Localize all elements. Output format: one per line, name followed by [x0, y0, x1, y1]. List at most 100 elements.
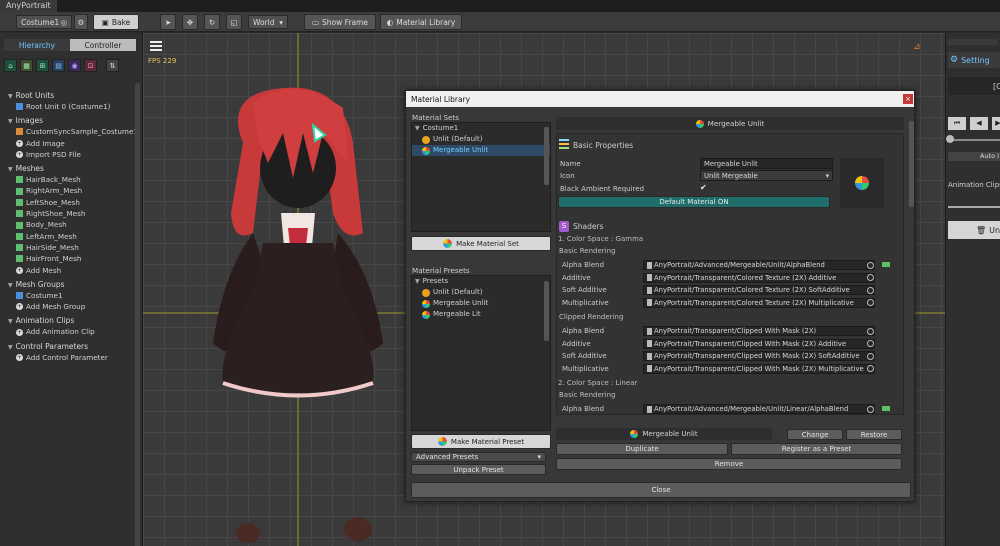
- material-sets-root[interactable]: ▼ Costume1: [412, 123, 550, 134]
- hamburger-menu-icon[interactable]: [150, 41, 162, 51]
- make-material-preset-button[interactable]: Make Material Preset: [411, 434, 551, 449]
- sort-icon[interactable]: ⇅: [106, 59, 119, 72]
- move-tool-button[interactable]: ✥: [182, 14, 198, 30]
- tree-item[interactable]: Body_Mesh: [8, 219, 138, 230]
- material-set-item[interactable]: Unlit (Default): [412, 134, 550, 145]
- unregister-button[interactable]: 🗑 Un: [948, 221, 1000, 239]
- rotate-tool-button[interactable]: ↻: [204, 14, 220, 30]
- object-picker-icon[interactable]: [867, 286, 874, 294]
- timeline-slider[interactable]: [948, 139, 1000, 141]
- bake-button[interactable]: ▣ Bake: [93, 14, 139, 30]
- object-picker-icon[interactable]: [867, 327, 874, 335]
- tree-section-header[interactable]: ▼ Meshes: [8, 163, 138, 174]
- setting-tab[interactable]: ⚙ Setting: [948, 52, 1000, 68]
- hierarchy-scrollbar[interactable]: [135, 83, 140, 546]
- close-button[interactable]: Close: [411, 482, 911, 498]
- shader-path-field[interactable]: AnyPortrait/Transparent/Clipped With Mas…: [643, 363, 875, 374]
- tree-item[interactable]: LeftArm_Mesh: [8, 231, 138, 242]
- material-set-item-selected[interactable]: Mergeable Unlit: [412, 145, 550, 156]
- shader-path-field[interactable]: AnyPortrait/Transparent/Clipped With Mas…: [643, 338, 875, 349]
- tree-section-header[interactable]: ▼ Animation Clips: [8, 315, 138, 326]
- tree-item[interactable]: CustomSyncSample_Costume1_0: [8, 126, 138, 137]
- tab-hierarchy[interactable]: Hierarchy: [4, 39, 70, 51]
- tree-item[interactable]: + Add Image: [8, 138, 138, 149]
- tree-item[interactable]: RightShoe_Mesh: [8, 208, 138, 219]
- object-picker-icon[interactable]: [867, 352, 874, 360]
- presets-root[interactable]: ▼ Presets: [412, 276, 550, 287]
- param-filter-icon[interactable]: ⊡: [84, 59, 97, 72]
- costume-select[interactable]: Costume1 ◎: [16, 15, 72, 29]
- name-field[interactable]: Mergeable Unlit: [700, 158, 833, 169]
- shader-path-field[interactable]: AnyPortrait/Transparent/Colored Texture …: [643, 297, 875, 308]
- animation-filter-icon[interactable]: ◉: [68, 59, 81, 72]
- default-material-button[interactable]: Default Material ON: [558, 196, 830, 208]
- object-picker-icon[interactable]: [867, 261, 874, 269]
- object-picker-icon[interactable]: [867, 365, 874, 372]
- duplicate-button[interactable]: Duplicate: [556, 443, 728, 455]
- tree-item[interactable]: + Import PSD File: [8, 149, 138, 160]
- tree-item[interactable]: + Add Mesh Group: [8, 301, 138, 312]
- material-sets-scrollbar[interactable]: [544, 127, 549, 185]
- tree-section-header[interactable]: ▼ Mesh Groups: [8, 279, 138, 290]
- object-picker-icon[interactable]: [867, 340, 874, 347]
- material-presets-scrollbar[interactable]: [544, 281, 549, 341]
- shader-path-field[interactable]: AnyPortrait/Advanced/Mergeable/Unlit/Alp…: [643, 260, 875, 270]
- select-tool-button[interactable]: ➤: [160, 14, 176, 30]
- shader-path-field[interactable]: AnyPortrait/Transparent/Clipped With Mas…: [643, 326, 875, 336]
- tree-item[interactable]: Costume1: [8, 290, 138, 301]
- app-tab[interactable]: AnyPortrait: [0, 0, 57, 12]
- restore-button[interactable]: Restore: [846, 429, 902, 440]
- properties-scrollbar[interactable]: [909, 121, 914, 207]
- tree-item[interactable]: RightArm_Mesh: [8, 185, 138, 196]
- object-picker-icon[interactable]: [867, 405, 874, 413]
- register-preset-button[interactable]: Register as a Preset: [731, 443, 902, 455]
- shader-path-field[interactable]: AnyPortrait/Transparent/Clipped With Mas…: [643, 351, 875, 361]
- settings-gear-button[interactable]: ⚙: [74, 14, 88, 30]
- tree-item[interactable]: + Add Mesh: [8, 265, 138, 276]
- preset-item[interactable]: Unlit (Default): [412, 287, 550, 298]
- black-ambient-checkbox[interactable]: ✔: [700, 183, 709, 192]
- tree-item[interactable]: HairFront_Mesh: [8, 253, 138, 264]
- show-frame-button[interactable]: ▭ Show Frame: [304, 14, 376, 30]
- icon-select[interactable]: Unlit Mergeable ▾: [700, 170, 833, 181]
- image-filter-icon[interactable]: ▦: [20, 59, 33, 72]
- shader-path-field[interactable]: AnyPortrait/Advanced/Mergeable/Unlit/Lin…: [643, 404, 875, 414]
- prev-frame-button[interactable]: ◀: [970, 117, 988, 130]
- play-button[interactable]: ▶: [992, 117, 1000, 130]
- auto-button[interactable]: Auto I: [948, 152, 1000, 161]
- tab-controller[interactable]: Controller: [70, 39, 136, 51]
- tree-item[interactable]: + Add Animation Clip: [8, 326, 138, 337]
- meshgroup-filter-icon[interactable]: ▤: [52, 59, 65, 72]
- tree-section-header[interactable]: ▼ Images: [8, 115, 138, 126]
- preset-item[interactable]: Mergeable Lit: [412, 309, 550, 320]
- mesh-filter-icon[interactable]: ⊞: [36, 59, 49, 72]
- remove-button[interactable]: Remove: [556, 458, 902, 470]
- change-button[interactable]: Change: [787, 429, 843, 440]
- root-filter-icon[interactable]: ⌂: [4, 59, 17, 72]
- rewind-button[interactable]: ⏮: [948, 117, 966, 130]
- object-picker-icon[interactable]: [867, 299, 874, 306]
- shader-path-field[interactable]: AnyPortrait/Transparent/Colored Texture …: [643, 285, 875, 295]
- timeline-slider-handle[interactable]: [946, 135, 954, 143]
- tree-section-header[interactable]: ▼ Control Parameters: [8, 341, 138, 352]
- right-field[interactable]: [C: [948, 77, 1000, 95]
- gizmo-icon[interactable]: ⊿: [913, 42, 925, 54]
- tree-item[interactable]: HairBack_Mesh: [8, 174, 138, 185]
- material-library-button[interactable]: ◐ Material Library: [380, 14, 462, 30]
- object-picker-icon[interactable]: [867, 274, 874, 281]
- unpack-preset-button[interactable]: Unpack Preset: [411, 464, 546, 475]
- expand-icon: ▼: [415, 125, 420, 132]
- tree-item[interactable]: HairSide_Mesh: [8, 242, 138, 253]
- dialog-title-bar[interactable]: Material Library: [406, 91, 914, 107]
- tree-item[interactable]: LeftShoe_Mesh: [8, 197, 138, 208]
- make-material-set-button[interactable]: Make Material Set: [411, 236, 551, 251]
- scale-tool-button[interactable]: ◱: [226, 14, 242, 30]
- advanced-presets-select[interactable]: Advanced Presets ▾: [411, 452, 546, 462]
- world-select[interactable]: World ▾: [248, 15, 288, 29]
- dialog-close-icon[interactable]: ×: [903, 94, 913, 104]
- shader-path-field[interactable]: AnyPortrait/Transparent/Colored Texture …: [643, 272, 875, 283]
- tree-section-header[interactable]: ▼ Root Units: [8, 90, 138, 101]
- tree-item[interactable]: Root Unit 0 (Costume1): [8, 101, 138, 112]
- tree-item[interactable]: + Add Control Parameter: [8, 352, 138, 363]
- preset-item[interactable]: Mergeable Unlit: [412, 298, 550, 309]
